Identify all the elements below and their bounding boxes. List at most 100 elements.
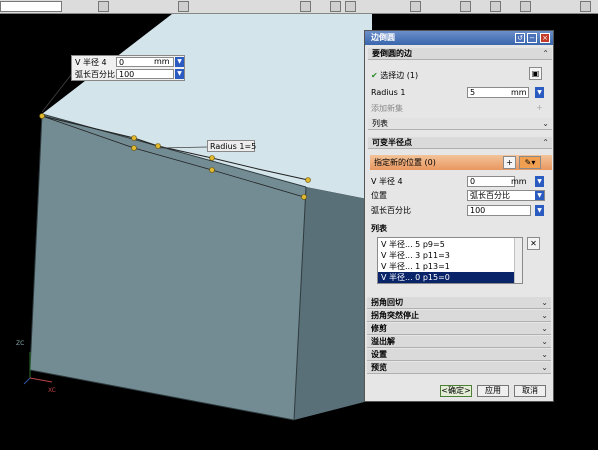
section-settings-label: 设置: [371, 350, 387, 359]
section-preview[interactable]: 预览 ⌄: [367, 362, 551, 374]
axis-label-zc: ZC: [16, 340, 25, 347]
list2-row: 列表: [371, 222, 551, 235]
top-toolbar: [0, 0, 598, 14]
edge-point: [39, 113, 45, 119]
minimize-icon[interactable]: −: [527, 33, 537, 43]
onscreen-arc-input[interactable]: 100: [116, 69, 174, 79]
toolbar-button[interactable]: [178, 1, 189, 12]
remove-icon[interactable]: ✕: [527, 237, 540, 250]
section-trim[interactable]: 修剪 ⌄: [367, 323, 551, 335]
radius-label: Radius 1: [371, 88, 406, 97]
edge-point: [209, 155, 215, 161]
section-overflow[interactable]: 溢出解 ⌄: [367, 336, 551, 348]
section-trim-label: 修剪: [371, 324, 387, 333]
point-icon[interactable]: +: [503, 156, 516, 169]
list-label: 列表: [372, 119, 388, 128]
edge-point: [131, 145, 137, 151]
cancel-button[interactable]: 取消: [514, 385, 546, 397]
toolbar-button[interactable]: [460, 1, 471, 12]
section-edge-label: 要倒圆的边: [372, 49, 412, 58]
onscreen-vradius-row: V 半径 4 0 mm ▼: [74, 57, 184, 68]
list-scrollbar[interactable]: [514, 238, 522, 283]
edge-point: [131, 135, 137, 141]
spinner-icon[interactable]: ▼: [175, 57, 184, 67]
edit-icon[interactable]: ✎▾: [519, 156, 541, 169]
section-corner-setback-label: 拐角回切: [371, 298, 403, 307]
cube-side-face: [294, 187, 372, 420]
list-item[interactable]: V 半径... 3 p11=3: [378, 250, 516, 261]
add-set-label: 添加新集: [371, 104, 403, 113]
radius-points-list[interactable]: V 半径... 5 p9=5 V 半径... 3 p11=3 V 半径... 1…: [377, 237, 523, 284]
arc-pct-label: 弧长百分比: [371, 206, 411, 215]
list-item[interactable]: V 半径... 1 p13=1: [378, 261, 516, 272]
edge-point: [301, 194, 307, 200]
toolbar-button[interactable]: [98, 1, 109, 12]
onscreen-vradius-label: V 半径 4: [75, 58, 107, 67]
edge-point: [209, 167, 215, 173]
spinner-icon[interactable]: ▼: [535, 176, 544, 187]
chevron-up-icon: ⌃: [542, 138, 549, 147]
toolbar-button[interactable]: [410, 1, 421, 12]
select-edge-row[interactable]: ✔ 选择边 (1): [371, 69, 551, 82]
onscreen-arc-label: 弧长百分比: [75, 70, 115, 79]
specify-location-label: 指定新的位置 (0): [374, 158, 436, 167]
toolbar-button[interactable]: [490, 1, 501, 12]
radius-tag: Radius 1=5: [207, 140, 256, 152]
section-overflow-label: 溢出解: [371, 337, 395, 346]
arc-pct-input[interactable]: 100: [467, 205, 531, 216]
chevron-down-icon: ⌄: [541, 324, 548, 333]
section-edge[interactable]: 要倒圆的边 ⌃: [368, 48, 552, 60]
edge-point: [305, 177, 311, 183]
radius-unit: mm: [511, 88, 527, 97]
select-edge-label: 选择边 (1): [380, 71, 419, 80]
chevron-down-icon: ⌄: [541, 350, 548, 359]
section-variable-label: 可变半径点: [372, 138, 412, 147]
toolbar-button[interactable]: [330, 1, 341, 12]
list-item[interactable]: V 半径... 0 p15=0: [378, 272, 516, 283]
section-corner-stop[interactable]: 拐角突然停止 ⌄: [367, 310, 551, 322]
chevron-up-icon: ⌃: [542, 49, 549, 58]
position-select[interactable]: 弧长百分比 ▼: [467, 190, 545, 201]
collapsed-sections: 拐角回切 ⌄ 拐角突然停止 ⌄ 修剪 ⌄ 溢出解 ⌄ 设置 ⌄ 预览 ⌄: [364, 297, 554, 379]
edge-point: [155, 143, 161, 149]
toolbar-button[interactable]: [345, 1, 356, 12]
section-corner-setback[interactable]: 拐角回切 ⌄: [367, 297, 551, 309]
section-variable-radius[interactable]: 可变半径点 ⌃: [368, 137, 552, 149]
check-icon: ✔: [371, 71, 378, 80]
section-settings[interactable]: 设置 ⌄: [367, 349, 551, 361]
v-radius-unit: mm: [511, 177, 527, 186]
cube-icon[interactable]: ▣: [529, 67, 542, 80]
onscreen-input-box: V 半径 4 0 mm ▼ 弧长百分比 100 ▼: [71, 55, 185, 81]
v-radius-input[interactable]: 0: [467, 176, 515, 187]
toolbar-button[interactable]: [580, 1, 591, 12]
list-item[interactable]: V 半径... 5 p9=5: [378, 239, 516, 250]
v-radius-label: V 半径 4: [371, 177, 403, 186]
list2-label: 列表: [371, 224, 387, 233]
chevron-down-icon: ⌄: [541, 363, 548, 372]
spinner-icon[interactable]: ▼: [535, 87, 544, 98]
close-icon[interactable]: ×: [540, 33, 550, 43]
axis-label-xc: XC: [48, 387, 56, 394]
toolbar-button[interactable]: [300, 1, 311, 12]
chevron-down-icon: ⌄: [542, 119, 549, 128]
chevron-down-icon: ▼: [535, 191, 544, 200]
section-corner-stop-label: 拐角突然停止: [371, 311, 419, 320]
position-value: 弧长百分比: [470, 191, 510, 200]
apply-button[interactable]: 应用: [477, 385, 509, 397]
toolbar-field[interactable]: [0, 1, 62, 12]
toolbar-button[interactable]: [520, 1, 531, 12]
onscreen-arc-row: 弧长百分比 100 ▼: [74, 69, 184, 80]
list-subsection[interactable]: 列表 ⌄: [368, 118, 552, 130]
chevron-down-icon: ⌄: [541, 337, 548, 346]
spinner-icon[interactable]: ▼: [535, 205, 544, 216]
chevron-down-icon: ⌄: [541, 298, 548, 307]
position-label: 位置: [371, 191, 387, 200]
refresh-icon[interactable]: ↺: [515, 33, 525, 43]
ok-button[interactable]: <确定>: [440, 385, 472, 397]
add-set-row: 添加新集: [371, 102, 551, 115]
section-preview-label: 预览: [371, 363, 387, 372]
add-set-icon[interactable]: +: [533, 102, 546, 115]
chevron-down-icon: ⌄: [541, 311, 548, 320]
spinner-icon[interactable]: ▼: [175, 69, 184, 79]
onscreen-vradius-unit: mm: [154, 57, 170, 66]
